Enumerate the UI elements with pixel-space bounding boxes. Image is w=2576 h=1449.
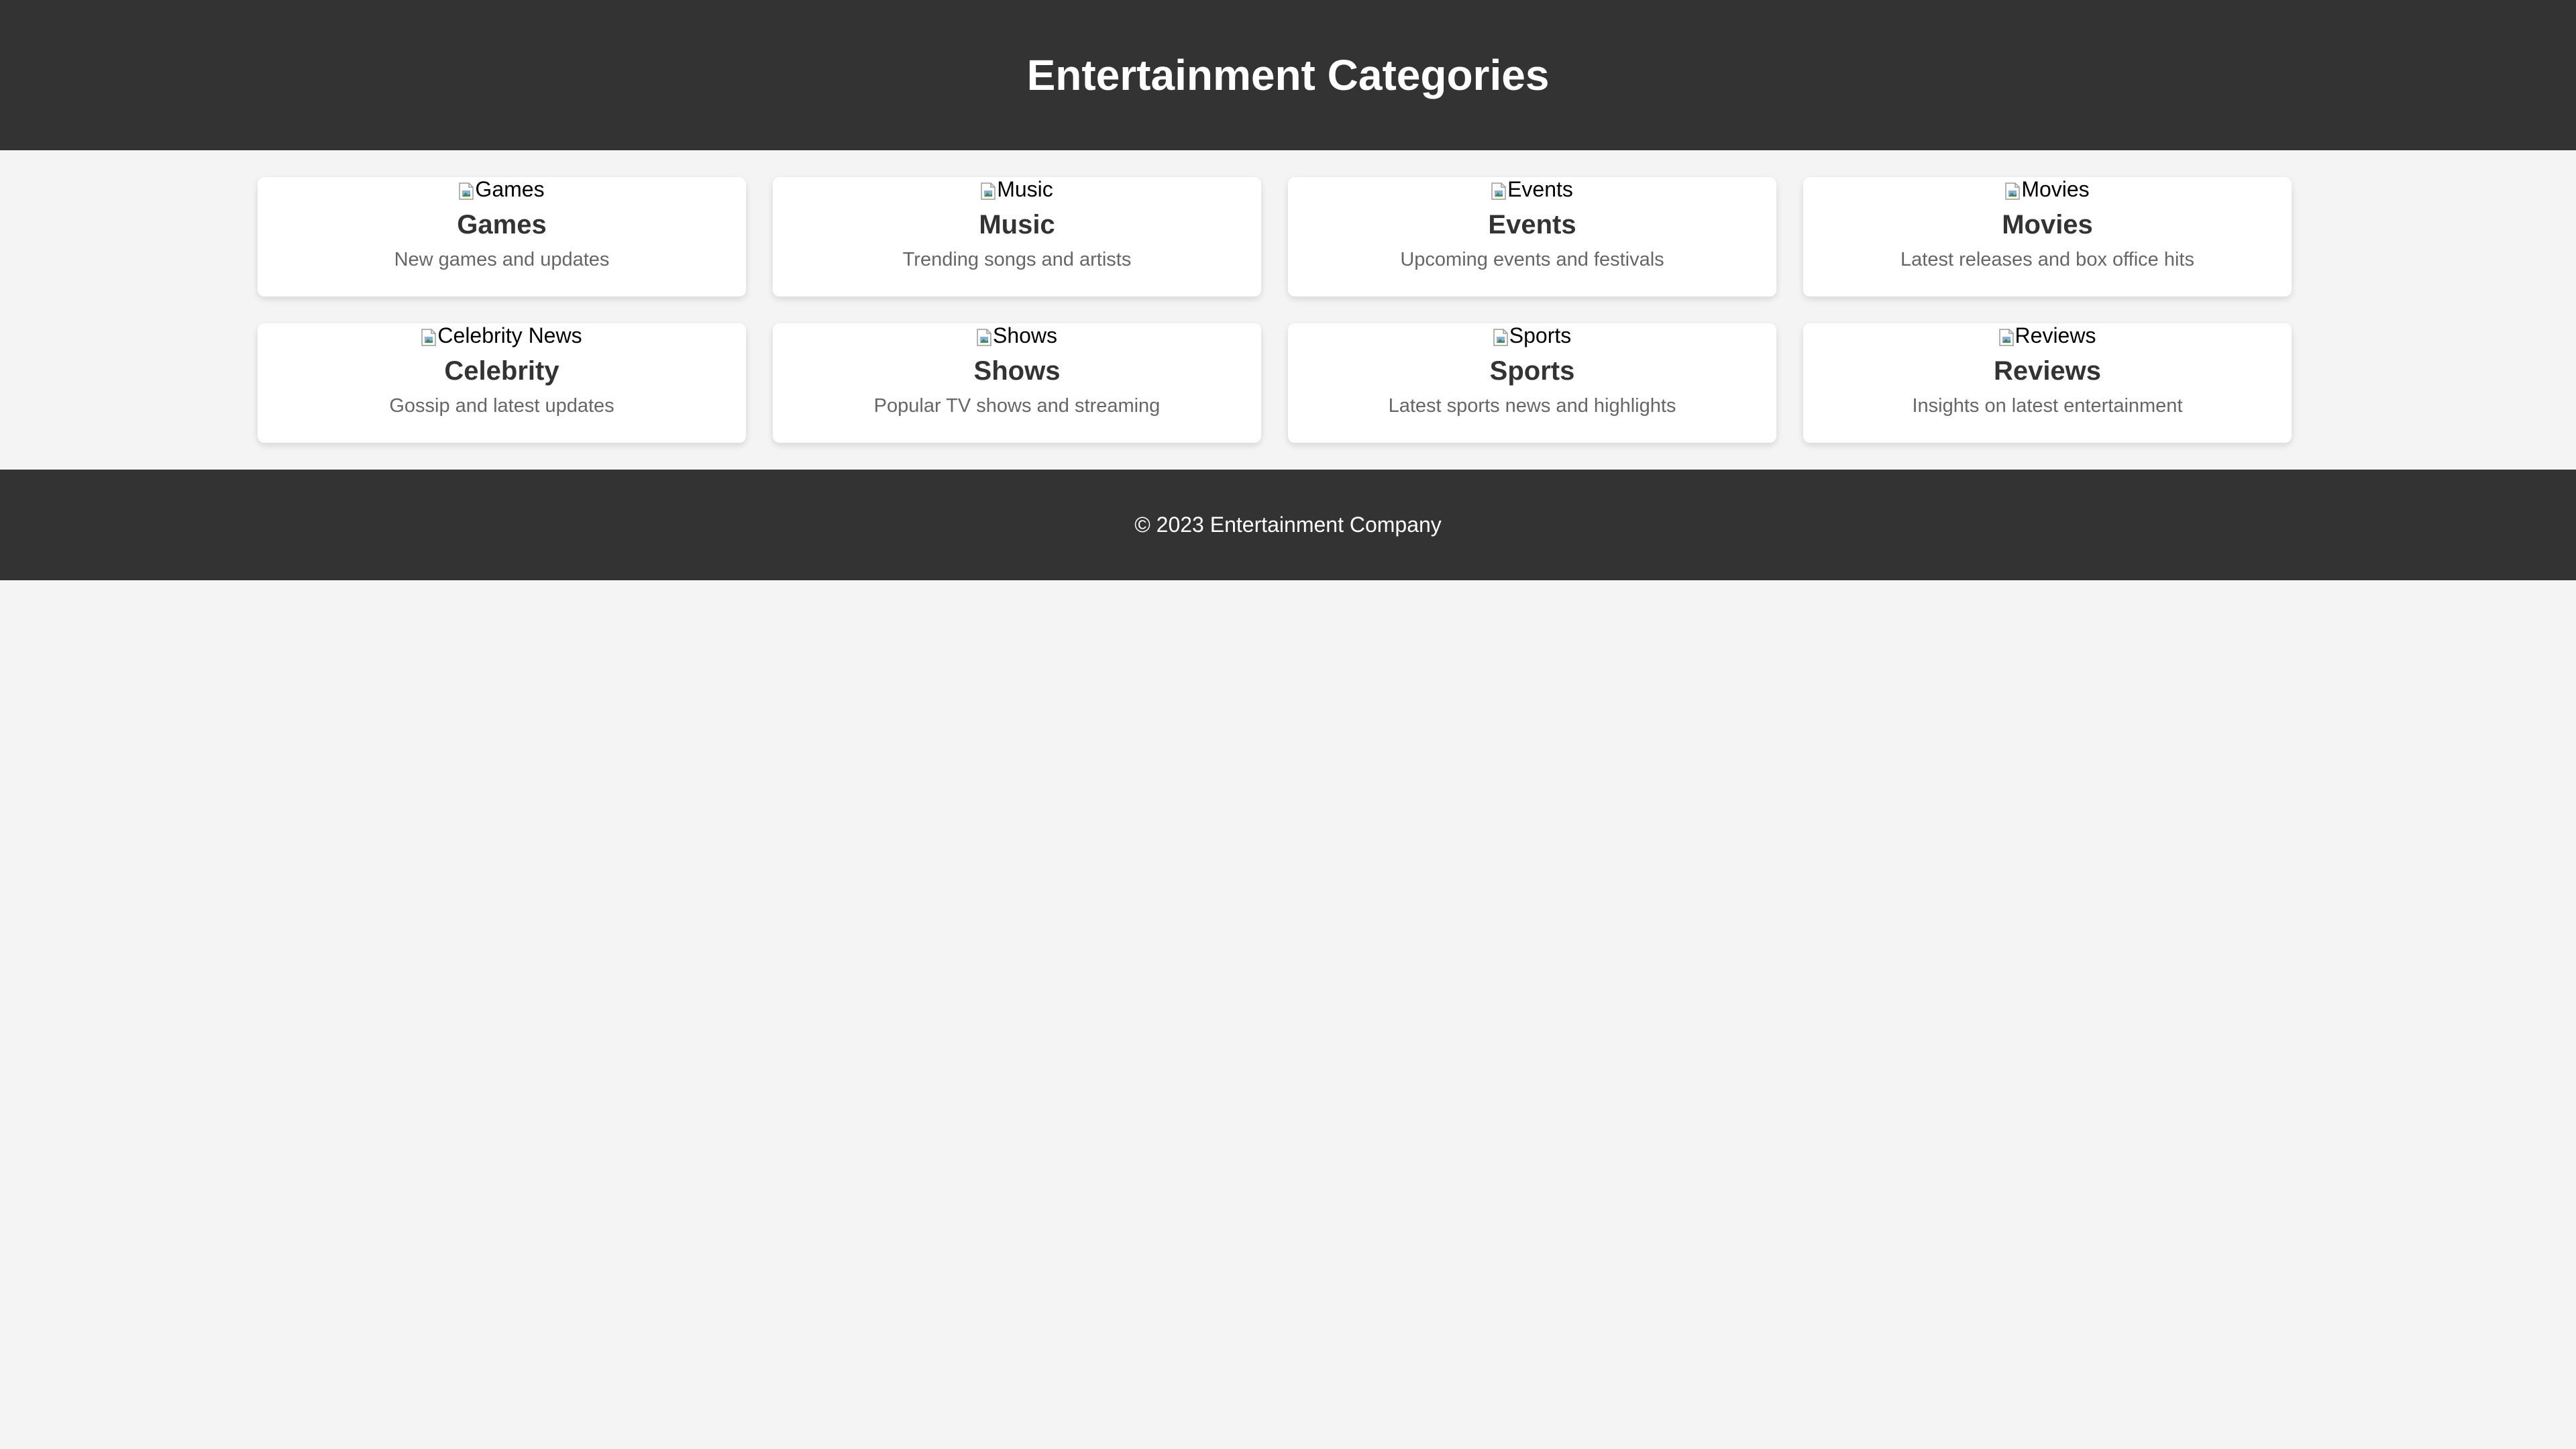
card-image-alt: Music [997, 177, 1053, 201]
card-image-alt: Reviews [2015, 323, 2096, 347]
page-title: Entertainment Categories [1026, 51, 1550, 99]
card-image-alt: Shows [992, 323, 1058, 347]
card-image: Games [459, 177, 545, 201]
category-card-reviews[interactable]: Reviews Reviews Insights on latest enter… [1803, 323, 2292, 443]
card-title: Games [457, 210, 547, 239]
broken-image-icon [1998, 327, 2014, 346]
category-card-shows[interactable]: Shows Shows Popular TV shows and streami… [773, 323, 1261, 443]
card-title: Sports [1489, 356, 1575, 386]
card-image: Music [981, 177, 1053, 201]
site-footer: © 2023 Entertainment Company [0, 470, 2576, 580]
broken-image-icon [2005, 180, 2021, 200]
card-image-alt: Celebrity News [437, 323, 582, 347]
card-description: Insights on latest entertainment [1912, 395, 2183, 417]
category-card-sports[interactable]: Sports Sports Latest sports news and hig… [1288, 323, 1776, 443]
broken-image-icon [459, 180, 474, 200]
broken-image-icon [1493, 327, 1508, 346]
card-image: Movies [2005, 177, 2090, 201]
copyright-text: © 2023 Entertainment Company [1134, 513, 1442, 537]
card-description: Gossip and latest updates [389, 395, 614, 417]
category-grid: Games Games New games and updates Music … [258, 177, 2292, 443]
category-card-celebrity[interactable]: Celebrity News Celebrity Gossip and late… [258, 323, 746, 443]
card-image: Reviews [1998, 323, 2096, 347]
category-card-music[interactable]: Music Music Trending songs and artists [773, 177, 1261, 297]
card-description: Latest releases and box office hits [1900, 249, 2194, 270]
card-image: Events [1491, 177, 1573, 201]
card-image-alt: Movies [2021, 177, 2090, 201]
card-image: Shows [977, 323, 1057, 347]
card-title: Movies [2002, 210, 2093, 239]
card-image-alt: Sports [1509, 323, 1572, 347]
broken-image-icon [1491, 180, 1506, 200]
card-description: New games and updates [394, 249, 610, 270]
broken-image-icon [977, 327, 991, 346]
card-description: Latest sports news and highlights [1388, 395, 1676, 417]
category-card-games[interactable]: Games Games New games and updates [258, 177, 746, 297]
card-title: Reviews [1993, 356, 2102, 386]
category-card-movies[interactable]: Movies Movies Latest releases and box of… [1803, 177, 2292, 297]
card-image: Sports [1493, 323, 1571, 347]
card-title: Shows [973, 356, 1061, 386]
broken-image-icon [421, 327, 437, 346]
card-image-alt: Events [1507, 177, 1573, 201]
card-description: Trending songs and artists [902, 249, 1132, 270]
broken-image-icon [981, 180, 996, 200]
card-title: Celebrity [444, 356, 559, 386]
card-title: Music [979, 210, 1055, 239]
card-image-alt: Games [475, 177, 545, 201]
card-description: Popular TV shows and streaming [873, 395, 1161, 417]
card-image: Celebrity News [421, 323, 582, 347]
card-description: Upcoming events and festivals [1400, 249, 1664, 270]
category-card-events[interactable]: Events Events Upcoming events and festiv… [1288, 177, 1776, 297]
site-header: Entertainment Categories [0, 0, 2576, 150]
card-title: Events [1488, 210, 1576, 239]
